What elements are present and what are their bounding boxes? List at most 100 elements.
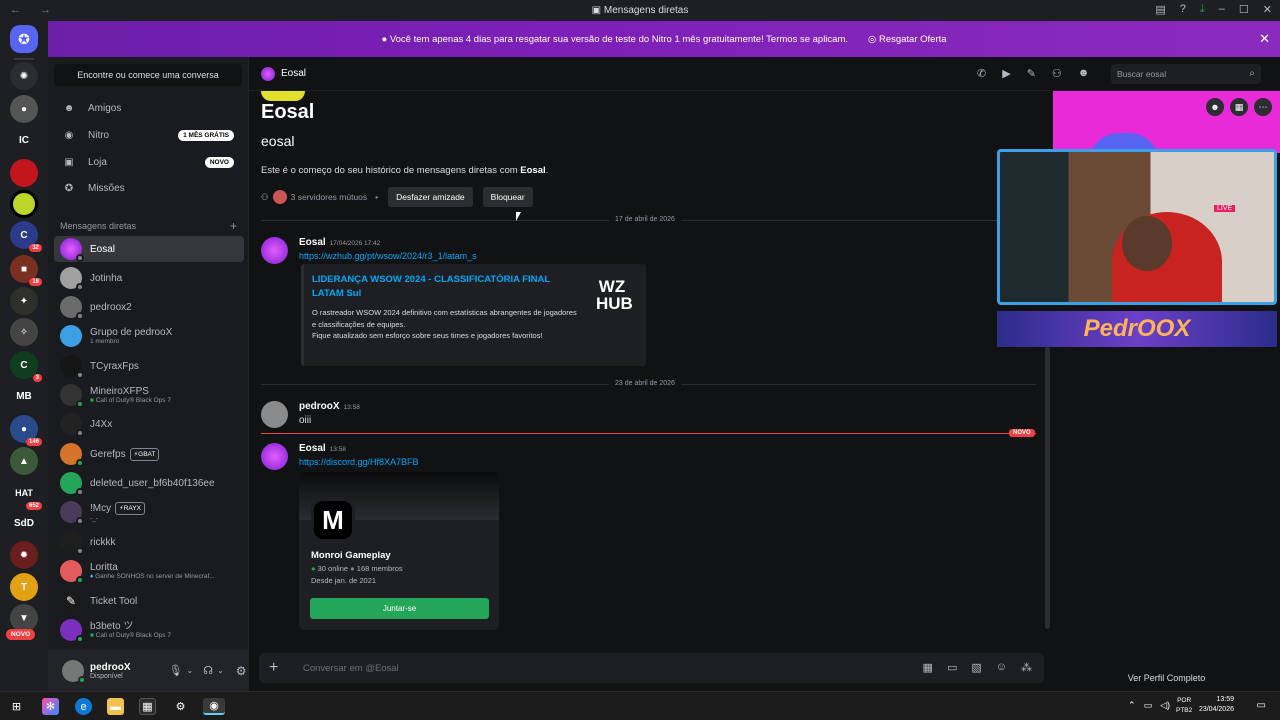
help-icon[interactable]: ?: [1180, 3, 1186, 16]
server-icon[interactable]: ■ 18: [10, 255, 42, 286]
message-link[interactable]: https://discord.gg/Hf8XA7BFB: [299, 457, 419, 467]
attach-plus-icon[interactable]: +: [269, 659, 289, 677]
copilot-icon[interactable]: ✻: [42, 698, 59, 715]
unfriend-button[interactable]: Desfazer amizade: [388, 187, 473, 207]
embed-title[interactable]: LIDERANÇA WSOW 2024 - CLASSIFICATÓRIA FI…: [312, 273, 572, 301]
maximize-icon[interactable]: ☐: [1239, 3, 1249, 16]
voice-call-icon[interactable]: ✆: [977, 67, 986, 80]
clock[interactable]: 13:59 23/04/2026: [1199, 695, 1234, 715]
file-explorer-icon[interactable]: ▬: [107, 698, 124, 715]
block-button[interactable]: Bloquear: [482, 187, 533, 207]
more-options-icon[interactable]: ⋯: [1254, 98, 1272, 116]
microphone-icon[interactable]: 🎙︎: [169, 664, 183, 677]
mutual-servers-link[interactable]: 3 servidores mútuos: [291, 192, 368, 202]
discord-home-icon[interactable]: ✪: [10, 25, 38, 53]
dm-item[interactable]: ✎ Ticket Tool: [54, 588, 244, 614]
server-icon[interactable]: ✦: [10, 287, 38, 315]
server-icon-ic[interactable]: IC: [10, 126, 38, 154]
gif-icon[interactable]: ▭: [947, 661, 957, 674]
join-server-button[interactable]: Juntar-se: [310, 598, 489, 619]
settings-gear-icon[interactable]: ⚙: [236, 664, 247, 678]
dm-item[interactable]: pedroox2: [54, 294, 244, 320]
nav-nitro[interactable]: ◉ Nitro 1 MÊS GRÁTIS: [54, 122, 242, 148]
server-icon[interactable]: ● 146: [10, 415, 42, 446]
message-input[interactable]: Conversar em @Eosal: [303, 663, 399, 674]
emoji-icon[interactable]: ☺: [996, 661, 1007, 674]
server-icon[interactable]: ▼: [10, 604, 38, 632]
dm-item[interactable]: deleted_user_bf6b40f136ee: [54, 470, 244, 496]
dm-item[interactable]: b3beto ツ ■ Call of Duty® Black Ops 7: [54, 617, 244, 643]
user-profile-icon[interactable]: ☻: [1078, 67, 1090, 80]
nav-friends[interactable]: ☻ Amigos: [54, 95, 242, 121]
server-icon[interactable]: ✧: [10, 318, 38, 346]
close-banner-icon[interactable]: ✕: [1259, 31, 1270, 47]
volume-icon[interactable]: ◁): [1160, 700, 1170, 711]
add-friends-to-dm-icon[interactable]: ⚇: [1052, 67, 1062, 80]
headphones-icon[interactable]: ☊: [203, 664, 213, 677]
discord-taskbar-icon[interactable]: ◉: [203, 698, 225, 715]
minimize-icon[interactable]: –: [1219, 3, 1225, 16]
nav-quests[interactable]: ✪ Missões: [54, 175, 242, 201]
language-indicator[interactable]: POR PTB2: [1176, 696, 1192, 716]
pin-icon[interactable]: ✎: [1027, 67, 1036, 80]
create-dm-icon[interactable]: +: [230, 219, 237, 233]
sticker-icon[interactable]: ▧: [971, 661, 981, 674]
tray-chevron-icon[interactable]: ⌃: [1128, 700, 1136, 711]
redeem-offer-link[interactable]: ◎ Resgatar Oferta: [868, 34, 947, 45]
dm-item[interactable]: TCyraxFps: [54, 353, 244, 379]
find-conversation-button[interactable]: Encontre ou comece uma conversa: [54, 64, 242, 86]
new-badge[interactable]: NOVO: [6, 629, 36, 640]
server-icon[interactable]: ●: [10, 95, 38, 123]
network-icon[interactable]: ▭: [1144, 700, 1153, 711]
conversation-search-input[interactable]: Buscar eosal ⌕: [1111, 64, 1261, 84]
video-call-icon[interactable]: ▶: [1002, 67, 1010, 80]
dm-item[interactable]: Jotinha: [54, 265, 244, 291]
message-author[interactable]: pedrooX: [299, 401, 340, 412]
settings-app-icon[interactable]: ⚙: [172, 698, 189, 715]
gift-profile-icon[interactable]: ▦: [1230, 98, 1248, 116]
dm-item[interactable]: !Mcy ⚡RAYX -_-: [54, 499, 244, 525]
dm-item[interactable]: Eosal: [54, 236, 244, 262]
server-icon[interactable]: C3: [10, 351, 42, 382]
server-icon[interactable]: HAT 652: [10, 479, 42, 510]
message-author[interactable]: Eosal: [299, 237, 326, 248]
server-icon[interactable]: T: [10, 573, 38, 601]
server-icon[interactable]: ✹: [10, 541, 38, 569]
avatar: [60, 413, 84, 437]
edge-icon[interactable]: e: [75, 698, 92, 715]
add-friend-icon[interactable]: ☻: [1206, 98, 1224, 116]
view-full-profile-link[interactable]: Ver Perfil Completo: [1053, 673, 1280, 683]
server-icon[interactable]: ✺: [10, 62, 38, 90]
server-icon[interactable]: C 32: [10, 221, 42, 252]
inbox-button-icon[interactable]: ▤: [1155, 3, 1165, 16]
dm-item[interactable]: J4Xx: [54, 411, 244, 437]
server-icon[interactable]: ▲: [10, 447, 38, 475]
dm-item[interactable]: Grupo de pedrooX 1 membro: [54, 323, 244, 349]
user-avatar[interactable]: [62, 659, 86, 684]
dm-item[interactable]: rickkk: [54, 529, 244, 555]
gift-icon[interactable]: ▦: [923, 661, 933, 674]
nav-shop[interactable]: ▣ Loja NOVO: [54, 149, 242, 175]
dm-item[interactable]: Gerefps ⚡GBAT: [54, 441, 244, 467]
message-avatar[interactable]: [261, 401, 288, 428]
message-link[interactable]: https://wzhub.gg/pt/wsow/2024/r3_1/latam…: [299, 251, 477, 261]
server-icon[interactable]: [10, 159, 38, 187]
message-author[interactable]: Eosal: [299, 443, 326, 454]
close-window-icon[interactable]: ✕: [1263, 3, 1272, 16]
server-icon-sdd[interactable]: SdD: [10, 509, 38, 537]
notifications-icon[interactable]: ▭: [1257, 700, 1266, 711]
download-icon[interactable]: ⤓: [1200, 3, 1205, 16]
message-avatar[interactable]: [261, 237, 288, 264]
chevron-down-icon[interactable]: ⌄: [187, 666, 194, 675]
dm-item[interactable]: MineiroXFPS ■ Call of Duty® Black Ops 7: [54, 382, 244, 408]
dm-item[interactable]: Loritta ♦ Ganhe SONHOS no server de Minec…: [54, 558, 244, 584]
chevron-down-icon[interactable]: ⌄: [217, 666, 224, 675]
windows-start-icon[interactable]: ⊞: [8, 698, 25, 715]
status-dot: [76, 429, 84, 437]
apps-icon[interactable]: ⁂: [1021, 661, 1032, 674]
scrollbar[interactable]: [1045, 347, 1050, 629]
server-icon-mb[interactable]: MB: [10, 382, 38, 410]
store-icon[interactable]: ▦: [139, 698, 156, 715]
server-icon[interactable]: [10, 190, 38, 218]
message-avatar[interactable]: [261, 443, 288, 470]
